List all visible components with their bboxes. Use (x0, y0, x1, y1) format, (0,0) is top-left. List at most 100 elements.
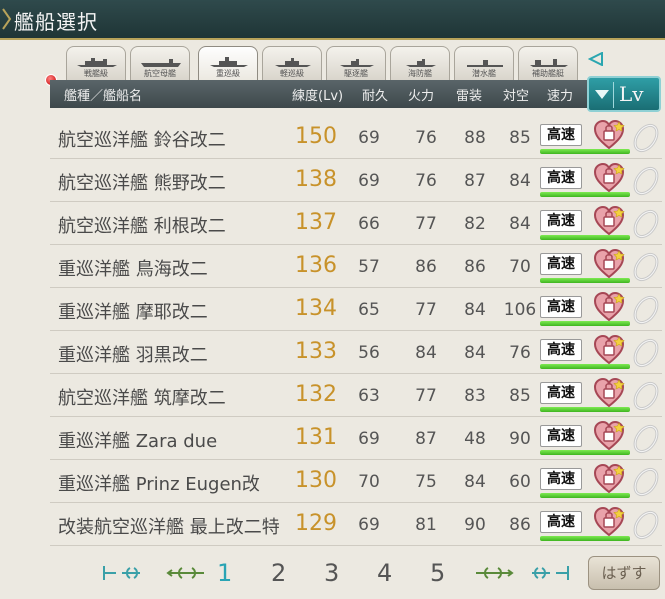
ring-icon (633, 338, 659, 368)
header-speed[interactable]: 速力 (547, 85, 573, 104)
ship-aa: 76 (509, 343, 531, 363)
heart-lock-icon[interactable] (593, 291, 625, 323)
ship-torpedo: 87 (464, 171, 486, 191)
prev-page-icon[interactable] (164, 565, 208, 581)
ship-firepower: 81 (415, 515, 437, 535)
ship-firepower: 76 (415, 128, 437, 148)
ring-icon (633, 424, 659, 454)
ship-silhouette-icon (210, 57, 248, 67)
ship-row[interactable]: 航空巡洋艦 筑摩改二 132 63 77 83 85 高速 (50, 374, 662, 417)
ship-row[interactable]: 航空巡洋艦 利根改二 137 66 77 82 84 高速 (50, 202, 662, 245)
page-5[interactable]: 5 (430, 559, 445, 587)
heart-lock-icon[interactable] (593, 248, 625, 280)
ship-firepower: 77 (415, 214, 437, 234)
ship-row[interactable]: 改装航空巡洋艦 最上改二特 129 69 81 90 86 高速 (50, 503, 662, 546)
heart-lock-icon[interactable] (593, 377, 625, 409)
next-page-icon[interactable] (472, 565, 516, 581)
ship-name: 航空巡洋艦 熊野改二 (58, 173, 226, 194)
ship-level: 129 (295, 511, 337, 536)
ship-torpedo: 84 (464, 343, 486, 363)
heart-lock-icon[interactable] (593, 119, 625, 151)
speed-badge: 高速 (540, 425, 582, 447)
page-4[interactable]: 4 (377, 559, 392, 587)
heart-lock-icon[interactable] (593, 506, 625, 538)
speed-badge: 高速 (540, 167, 582, 189)
ship-row[interactable]: 航空巡洋艦 鈴谷改二 150 69 76 88 85 高速 (50, 116, 662, 159)
divider (613, 82, 614, 108)
tab-submarine[interactable]: 潜水艦 (454, 46, 514, 80)
ship-row[interactable]: 重巡洋艦 Zara due 131 69 87 48 90 高速 (50, 417, 662, 460)
tab-label: 軽巡級 (280, 69, 304, 78)
speed-badge: 高速 (540, 382, 582, 404)
tab-destroyer[interactable]: 駆逐艦 (326, 46, 386, 80)
ship-silhouette-icon (275, 58, 311, 67)
ship-level: 131 (295, 425, 337, 450)
tab-label: 駆逐艦 (344, 69, 368, 78)
tab-heavy-cruiser[interactable]: 重巡級 (198, 46, 258, 80)
ship-hp: 69 (358, 515, 380, 535)
first-page-icon[interactable] (100, 565, 144, 581)
ring-icon (633, 209, 659, 239)
ship-name: 航空巡洋艦 利根改二 (58, 216, 226, 237)
heart-lock-icon[interactable] (593, 162, 625, 194)
ship-silhouette-icon (340, 59, 374, 67)
heart-lock-icon[interactable] (593, 205, 625, 237)
tab-battleship[interactable]: 戦艦級 (66, 46, 126, 80)
header-torpedo[interactable]: 雷装 (456, 85, 482, 104)
sort-label: Lv (619, 82, 644, 106)
ship-level: 134 (295, 296, 337, 321)
header-level[interactable]: 練度(Lv) (292, 85, 343, 104)
tab-label: 戦艦級 (84, 69, 108, 78)
ship-row[interactable]: 重巡洋艦 羽黒改二 133 56 84 84 76 高速 (50, 331, 662, 374)
ship-level: 150 (295, 124, 337, 149)
sort-button[interactable]: Lv (587, 76, 661, 112)
speed-badge: 高速 (540, 468, 582, 490)
ship-silhouette-icon (141, 59, 181, 67)
heart-lock-icon[interactable] (593, 463, 625, 495)
ring-icon (633, 295, 659, 325)
ship-aa: 85 (509, 386, 531, 406)
last-page-icon[interactable] (528, 565, 572, 581)
speed-badge: 高速 (540, 511, 582, 533)
ship-row[interactable]: 重巡洋艦 摩耶改二 134 65 77 84 106 高速 (50, 288, 662, 331)
ship-hp: 69 (358, 128, 380, 148)
tab-label: 海防艦 (408, 69, 432, 78)
ship-torpedo: 90 (464, 515, 486, 535)
ship-aa: 70 (509, 257, 531, 277)
ship-firepower: 75 (415, 472, 437, 492)
ship-level: 136 (295, 253, 337, 278)
ship-aa: 85 (509, 128, 531, 148)
tab-auxiliary[interactable]: 補助艦艇 (518, 46, 578, 80)
ship-row[interactable]: 航空巡洋艦 熊野改二 138 69 76 87 84 高速 (50, 159, 662, 202)
ship-name: 重巡洋艦 鳥海改二 (58, 259, 208, 280)
speed-badge: 高速 (540, 296, 582, 318)
heart-lock-icon[interactable] (593, 420, 625, 452)
header-aa[interactable]: 対空 (503, 85, 529, 104)
ship-row[interactable]: 重巡洋艦 鳥海改二 136 57 86 86 70 高速 (50, 245, 662, 288)
ship-torpedo: 84 (464, 472, 486, 492)
remove-button[interactable]: はずす (588, 556, 660, 590)
tab-carrier[interactable]: 航空母艦 (130, 46, 190, 80)
ship-level: 132 (295, 382, 337, 407)
page-1[interactable]: 1 (217, 559, 232, 587)
heart-lock-icon[interactable] (593, 334, 625, 366)
ship-aa: 84 (509, 171, 531, 191)
header-type-name[interactable]: 艦種／艦船名 (64, 85, 142, 104)
tab-light-cruiser[interactable]: 軽巡級 (262, 46, 322, 80)
ship-level: 130 (295, 468, 337, 493)
tab-label: 航空母艦 (144, 69, 176, 78)
ship-row[interactable]: 重巡洋艦 Prinz Eugen改 130 70 75 84 60 高速 (50, 460, 662, 503)
page-2[interactable]: 2 (271, 559, 286, 587)
ship-aa: 84 (509, 214, 531, 234)
tab-escort[interactable]: 海防艦 (390, 46, 450, 80)
chevron-right-icon (2, 8, 12, 30)
header-firepower[interactable]: 火力 (408, 85, 434, 104)
ship-hp: 66 (358, 214, 380, 234)
ship-firepower: 86 (415, 257, 437, 277)
header-hp[interactable]: 耐久 (362, 85, 388, 104)
page-3[interactable]: 3 (324, 559, 339, 587)
ship-torpedo: 48 (464, 429, 486, 449)
tabs-scroll-arrow-icon[interactable] (588, 52, 604, 66)
ship-firepower: 77 (415, 386, 437, 406)
ship-hp: 70 (358, 472, 380, 492)
